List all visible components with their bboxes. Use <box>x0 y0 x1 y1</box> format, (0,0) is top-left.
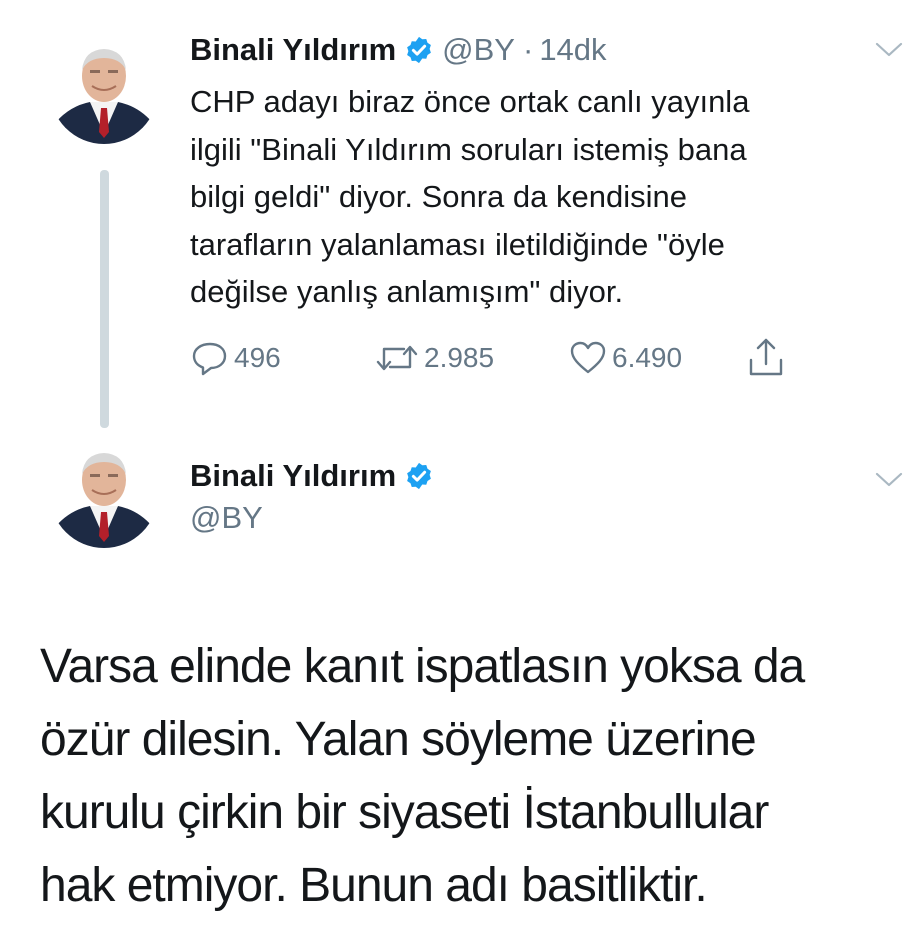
tweet-text-line: ilgili "Binali Yıldırım soruları istemiş… <box>190 131 747 167</box>
tweet-text-line: CHP adayı biraz önce ortak canlı yayınla <box>190 84 750 119</box>
chevron-down-icon[interactable] <box>874 470 904 490</box>
timestamp[interactable]: 14dk <box>539 32 606 68</box>
tweet-text-line: değilse yanlış anlamışım" diyor. <box>190 274 624 309</box>
author-name[interactable]: Binali Yıldırım <box>190 458 396 494</box>
chevron-down-icon[interactable] <box>874 40 904 60</box>
main-tweet-text-line: hak etmiyor. Bunun adı basitliktir. <box>40 859 708 912</box>
thread-connector-line <box>100 170 109 428</box>
tweet-actions: 496 2.985 6.490 <box>190 336 810 380</box>
heart-icon <box>570 341 606 374</box>
tweet-header: Binali Yıldırım <box>190 456 442 496</box>
tweet-text-line: tarafların yalanlaması iletildiğinde "öy… <box>190 226 725 262</box>
share-icon <box>749 338 783 376</box>
separator-dot: · <box>522 32 534 67</box>
author-name[interactable]: Binali Yıldırım <box>190 32 396 68</box>
author-handle[interactable]: @BY <box>190 500 263 536</box>
tweet-header: Binali Yıldırım @BY · 14dk <box>190 30 607 70</box>
retweet-count: 2.985 <box>424 342 495 373</box>
tweet-text-line: bilgi geldi" diyor. Sonra da kendisine <box>190 179 687 214</box>
reply-button[interactable]: 496 <box>190 336 281 380</box>
like-count: 6.490 <box>612 342 683 373</box>
main-tweet-text-line: kurulu çirkin bir siyaseti İstanbullular <box>40 786 769 839</box>
share-button[interactable] <box>746 336 786 380</box>
reply-icon <box>192 342 227 376</box>
author-handle[interactable]: @BY <box>442 32 515 68</box>
verified-badge-icon <box>404 35 434 65</box>
main-tweet-text-line: Varsa elinde kanıt ispatlasın yoksa da <box>40 640 805 693</box>
avatar[interactable] <box>50 36 158 144</box>
verified-badge-icon <box>404 461 434 491</box>
tweet-body: CHP adayı biraz önce ortak canlı yayınla… <box>190 78 890 316</box>
profile-photo <box>50 36 158 144</box>
retweet-button[interactable]: 2.985 <box>374 336 494 380</box>
reply-count: 496 <box>234 342 281 373</box>
main-tweet-body: Varsa elinde kanıt ispatlasın yoksa da ö… <box>40 630 900 922</box>
main-tweet-text-line: özür dilesin. Yalan söyleme üzerine <box>40 713 757 766</box>
retweet-icon <box>376 345 418 371</box>
avatar[interactable] <box>50 440 158 548</box>
tweet-thread: Binali Yıldırım @BY · 14dk CHP adayı bir… <box>0 0 915 944</box>
profile-photo <box>50 440 158 548</box>
like-button[interactable]: 6.490 <box>568 336 682 380</box>
